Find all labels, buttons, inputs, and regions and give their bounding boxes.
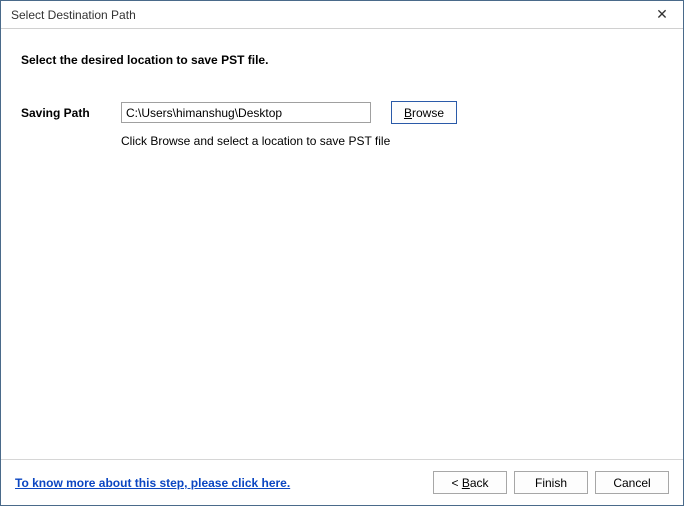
hint-text: Click Browse and select a location to sa… — [121, 134, 663, 148]
finish-button[interactable]: Finish — [514, 471, 588, 494]
footer-bar: To know more about this step, please cli… — [1, 459, 683, 505]
saving-path-input[interactable] — [121, 102, 371, 123]
saving-path-label: Saving Path — [21, 106, 121, 120]
saving-path-row: Saving Path Browse — [21, 101, 663, 124]
dialog-window: Select Destination Path ✕ Select the des… — [0, 0, 684, 506]
browse-button[interactable]: Browse — [391, 101, 457, 124]
content-area: Select the desired location to save PST … — [1, 29, 683, 459]
titlebar: Select Destination Path ✕ — [1, 1, 683, 29]
back-button[interactable]: < Back — [433, 471, 507, 494]
instruction-heading: Select the desired location to save PST … — [21, 53, 663, 67]
window-title: Select Destination Path — [11, 8, 641, 22]
help-link[interactable]: To know more about this step, please cli… — [15, 476, 290, 490]
close-icon[interactable]: ✕ — [641, 1, 683, 29]
cancel-button[interactable]: Cancel — [595, 471, 669, 494]
